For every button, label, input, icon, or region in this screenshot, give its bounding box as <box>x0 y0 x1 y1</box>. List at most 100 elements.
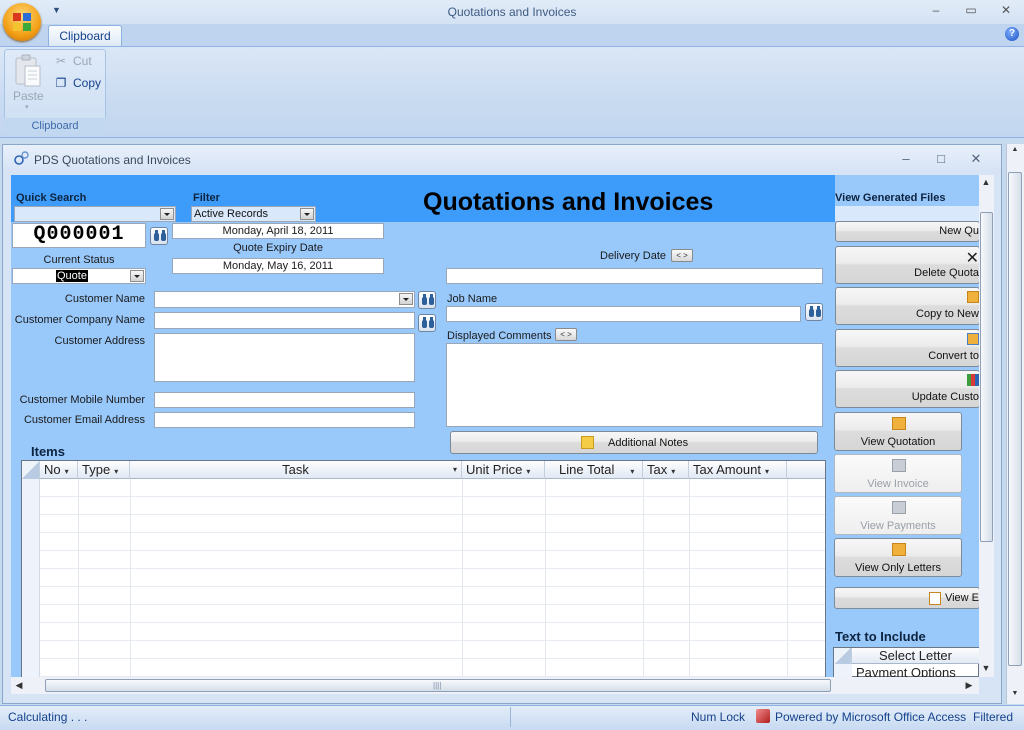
column-header-no[interactable]: No ▾ <box>40 461 78 479</box>
row-selector-column[interactable] <box>22 479 40 677</box>
chevron-down-icon[interactable] <box>300 208 314 220</box>
text-to-include-header: Select Letter <box>834 648 979 664</box>
paste-dropdown-arrow[interactable]: ▾ <box>25 103 29 111</box>
scroll-up-arrow[interactable]: ▲ <box>1008 146 1022 153</box>
doc-close-button[interactable]: ✕ <box>967 151 985 167</box>
binoculars-search-icon[interactable] <box>150 227 168 245</box>
chevron-down-icon[interactable]: ▾ <box>526 467 530 476</box>
column-header-tax[interactable]: Tax ▾ <box>643 461 689 479</box>
customer-name-combo[interactable] <box>154 291 415 308</box>
convert-to-invoice-button[interactable]: Convert to <box>835 329 980 367</box>
cut-button[interactable]: ✂ Cut <box>54 54 92 70</box>
row-selector[interactable] <box>834 664 852 677</box>
letter-row[interactable]: Payment Options <box>856 666 956 677</box>
chevron-down-icon[interactable]: ▾ <box>671 467 675 476</box>
delete-quotation-label: Delete Quota <box>914 267 979 279</box>
new-quote-button[interactable]: New Qu <box>835 221 980 242</box>
view-generated-files-label: View Generated Files <box>835 192 946 204</box>
column-header-line-total[interactable]: Line Total ▾ <box>545 461 643 479</box>
delivery-date-label: Delivery Date <box>600 250 667 262</box>
select-all-cell[interactable] <box>22 461 40 479</box>
app-restore-button[interactable]: ▭ <box>961 3 981 17</box>
app-close-button[interactable]: ✕ <box>996 3 1016 17</box>
num-lock-indicator: Num Lock <box>691 710 746 724</box>
form-title: Quotations and Invoices <box>423 188 714 216</box>
scroll-right-arrow[interactable]: ▶ <box>962 680 976 691</box>
delete-quotation-button[interactable]: ✕ Delete Quota <box>835 246 980 284</box>
view-generated-files-combo[interactable] <box>835 206 979 221</box>
quick-search-combo[interactable] <box>14 206 176 222</box>
column-label: Tax <box>647 462 668 477</box>
customize-quick-access-icon[interactable]: ▼ <box>52 5 61 15</box>
window-vertical-scroll-thumb[interactable] <box>1008 172 1022 666</box>
customer-company-field[interactable] <box>154 312 415 329</box>
select-all-cell[interactable] <box>834 648 852 664</box>
quote-number-field[interactable]: Q000001 <box>12 223 146 248</box>
displayed-comments-toggle-button[interactable]: < > <box>555 328 577 341</box>
status-message: Calculating . . . <box>8 710 88 724</box>
view-quotation-button[interactable]: View Quotation <box>834 412 962 451</box>
ribbon-tab-strip <box>0 24 1024 46</box>
chevron-down-icon[interactable]: ▾ <box>765 467 769 476</box>
grid-row-line <box>40 658 825 659</box>
view-invoice-button[interactable]: View Invoice <box>834 454 962 493</box>
filter-combo[interactable]: Active Records <box>191 206 316 222</box>
view-e-button[interactable]: View E <box>834 587 980 609</box>
quote-expiry-field[interactable]: Monday, May 16, 2011 <box>172 258 384 274</box>
paste-icon[interactable] <box>14 54 42 88</box>
additional-notes-button[interactable]: Additional Notes <box>450 431 818 454</box>
job-name-label: Job Name <box>447 293 498 305</box>
chevron-down-icon[interactable] <box>399 293 413 305</box>
delivery-date-toggle-button[interactable]: < > <box>671 249 693 262</box>
form-vertical-scroll-thumb[interactable] <box>980 212 993 542</box>
paste-button[interactable]: Paste <box>13 89 44 103</box>
copy-to-new-button[interactable]: Copy to New <box>835 287 980 325</box>
delivery-date-field[interactable] <box>446 268 823 284</box>
copy-icon: ❐ <box>55 76 67 90</box>
tab-clipboard[interactable]: Clipboard <box>48 25 122 47</box>
chevron-down-icon[interactable]: ▾ <box>65 467 69 476</box>
customer-address-field[interactable] <box>154 333 415 382</box>
column-header-type[interactable]: Type ▾ <box>78 461 130 479</box>
customer-email-field[interactable] <box>154 412 415 428</box>
quote-date-field[interactable]: Monday, April 18, 2011 <box>172 223 384 239</box>
grid-row-line <box>40 514 825 515</box>
scroll-up-arrow[interactable]: ▲ <box>979 177 993 187</box>
help-icon[interactable]: ? <box>1005 27 1019 41</box>
copy-to-new-label: Copy to New <box>916 308 979 320</box>
view-payments-label: View Payments <box>860 520 936 532</box>
column-header-task[interactable]: Task ▾ <box>130 461 462 479</box>
column-header-unit-price[interactable]: Unit Price ▾ <box>462 461 545 479</box>
update-customer-button[interactable]: Update Custo <box>835 370 980 408</box>
grid-column-line <box>787 479 788 677</box>
chevron-down-icon[interactable] <box>130 270 144 282</box>
doc-minimize-button[interactable]: – <box>897 151 915 166</box>
text-to-include-label: Text to Include <box>835 629 926 644</box>
binoculars-search-icon[interactable] <box>805 303 823 321</box>
copy-button[interactable]: ❐ Copy <box>54 76 101 92</box>
binoculars-search-icon[interactable] <box>418 291 436 309</box>
office-button[interactable] <box>3 3 41 41</box>
binoculars-search-icon[interactable] <box>418 314 436 332</box>
chevron-down-icon[interactable]: ▾ <box>630 467 634 476</box>
displayed-comments-field[interactable] <box>446 343 823 427</box>
doc-maximize-button[interactable]: □ <box>932 151 950 166</box>
chevron-down-icon[interactable] <box>160 208 174 220</box>
cut-label: Cut <box>73 54 92 68</box>
app-minimize-button[interactable]: – <box>926 3 946 17</box>
view-only-letters-label: View Only Letters <box>854 562 941 574</box>
grid-row-line <box>40 568 825 569</box>
view-e-label: View E <box>944 592 979 604</box>
view-only-letters-button[interactable]: View Only Letters <box>834 538 962 577</box>
column-header-tax-amount[interactable]: Tax Amount ▾ <box>689 461 787 479</box>
customer-mobile-field[interactable] <box>154 392 415 408</box>
job-name-field[interactable] <box>446 306 801 322</box>
view-payments-button[interactable]: View Payments <box>834 496 962 535</box>
scroll-down-arrow[interactable]: ▼ <box>979 663 993 673</box>
scroll-down-arrow[interactable]: ▼ <box>1008 690 1022 697</box>
column-header-select-letter[interactable]: Select Letter <box>852 648 979 663</box>
current-status-combo[interactable]: Quote <box>12 268 146 284</box>
scroll-left-arrow[interactable]: ◀ <box>12 680 26 691</box>
chevron-down-icon[interactable]: ▾ <box>114 467 118 476</box>
chevron-down-icon[interactable]: ▾ <box>453 461 457 478</box>
